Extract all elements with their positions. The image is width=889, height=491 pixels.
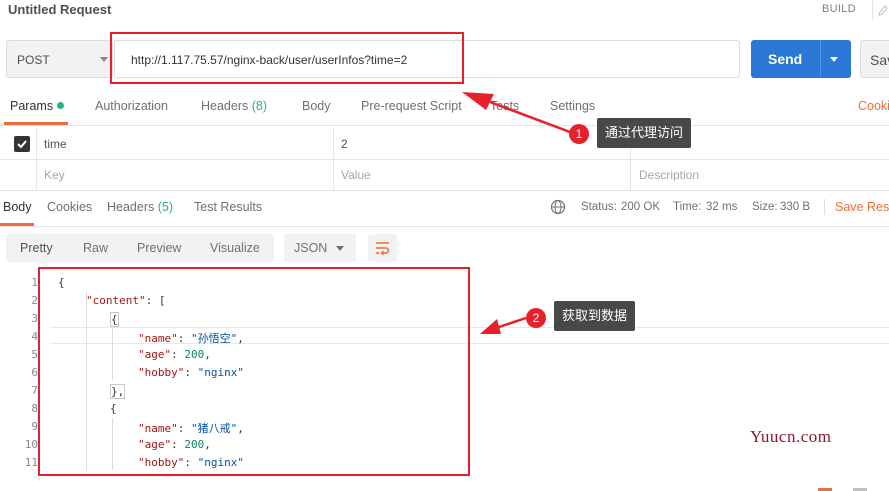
annotation-arrows bbox=[462, 92, 571, 334]
annotation-badge-2: 2 bbox=[526, 308, 546, 328]
annotation-tooltip-1: 通过代理访问 bbox=[597, 118, 692, 148]
annotation-badge-1: 1 bbox=[569, 124, 589, 144]
watermark: Yuucn.com bbox=[750, 427, 832, 446]
annotation-tooltip-2: 获取到数据 bbox=[554, 301, 636, 331]
